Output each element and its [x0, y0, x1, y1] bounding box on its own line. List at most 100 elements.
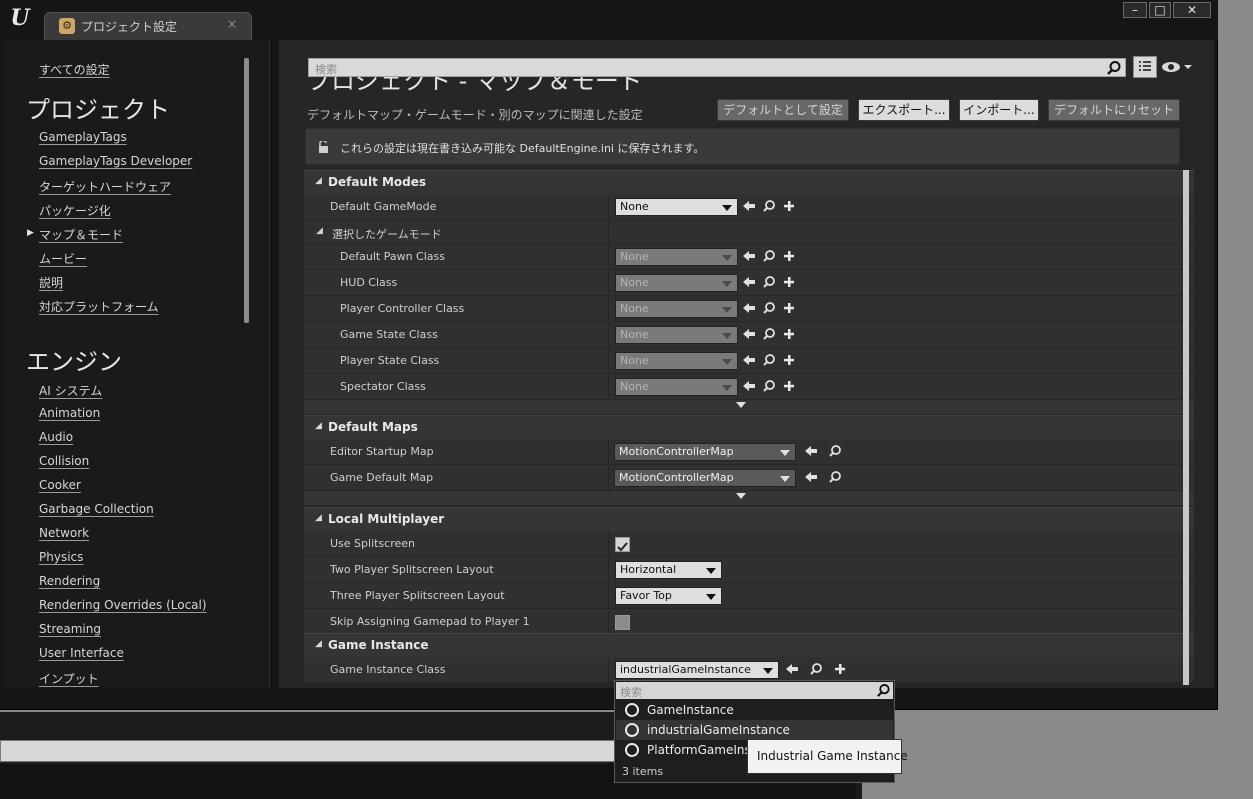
popup-search-input[interactable]: 検索: [616, 682, 893, 699]
use-selected-arrow-icon[interactable]: [804, 470, 818, 484]
close-window-button[interactable]: ✕: [1173, 2, 1211, 18]
add-icon[interactable]: [782, 379, 796, 393]
property-label: Three Player Splitscreen Layout: [330, 589, 505, 602]
maximize-button[interactable]: □: [1149, 2, 1171, 18]
export-button[interactable]: エクスポート...: [858, 99, 950, 121]
option-label: industrialGameInstance: [647, 723, 790, 737]
option-industrialgameinstance[interactable]: industrialGameInstance: [616, 720, 893, 740]
use-selected-arrow-icon[interactable]: [742, 249, 756, 263]
add-icon[interactable]: [782, 327, 796, 341]
sidebar-item-rendering-overrides[interactable]: Rendering Overrides (Local): [39, 598, 207, 612]
game-state-class-combo[interactable]: None: [615, 326, 738, 344]
add-icon[interactable]: [782, 199, 796, 213]
sidebar-item-supported-platforms[interactable]: 対応プラットフォーム: [39, 298, 159, 315]
player-state-class-combo[interactable]: None: [615, 352, 738, 370]
browse-search-icon[interactable]: [809, 662, 823, 676]
section-header-local-multiplayer[interactable]: ◢ Local Multiplayer: [304, 507, 1194, 531]
use-selected-arrow-icon[interactable]: [804, 444, 818, 458]
add-icon[interactable]: [833, 662, 847, 676]
sidebar-item-streaming[interactable]: Streaming: [39, 622, 101, 636]
browse-search-icon[interactable]: [762, 301, 776, 315]
sidebar-item-user-interface[interactable]: User Interface: [39, 646, 124, 660]
sidebar-item-animation[interactable]: Animation: [39, 406, 100, 420]
use-selected-arrow-icon[interactable]: [742, 327, 756, 341]
sidebar-item-gameplaytags-developer[interactable]: GameplayTags Developer: [39, 154, 192, 168]
game-instance-class-combo[interactable]: industrialGameInstance: [615, 661, 779, 679]
sidebar-all-settings[interactable]: すべての設定: [39, 61, 110, 78]
sidebar-item-ai-system[interactable]: AI システム: [39, 382, 102, 399]
sidebar-item-network[interactable]: Network: [39, 526, 89, 540]
main-scrollbar[interactable]: [1183, 170, 1189, 685]
default-gamemode-combo[interactable]: None: [615, 198, 738, 216]
browse-search-icon[interactable]: [762, 353, 776, 367]
combo-value: MotionControllerMap: [619, 471, 734, 484]
sidebar-scrollbar[interactable]: [244, 58, 249, 323]
import-button[interactable]: インポート...: [959, 99, 1039, 121]
use-selected-arrow-icon[interactable]: [785, 662, 799, 676]
sidebar-item-garbage-collection[interactable]: Garbage Collection: [39, 502, 154, 516]
add-icon[interactable]: [782, 249, 796, 263]
tab-close-icon[interactable]: ×: [227, 17, 237, 31]
combo-value: None: [620, 276, 649, 289]
tab-project-settings[interactable]: ⚙ プロジェクト設定 ×: [44, 12, 252, 40]
visibility-filter-button[interactable]: [1161, 59, 1193, 75]
browse-search-icon[interactable]: [828, 444, 842, 458]
search-icon[interactable]: [876, 683, 891, 698]
use-selected-arrow-icon[interactable]: [742, 301, 756, 315]
show-advanced-button[interactable]: [304, 400, 1194, 414]
browse-search-icon[interactable]: [828, 470, 842, 484]
sidebar-item-gameplaytags[interactable]: GameplayTags: [39, 130, 127, 144]
sidebar-item-description[interactable]: 説明: [39, 274, 63, 291]
editor-startup-map-combo[interactable]: MotionControllerMap: [614, 443, 796, 461]
sidebar-item-physics[interactable]: Physics: [39, 550, 83, 564]
browse-search-icon[interactable]: [762, 275, 776, 289]
add-icon[interactable]: [782, 275, 796, 289]
three-player-layout-combo[interactable]: Favor Top: [615, 587, 722, 605]
section-header-game-instance[interactable]: ◢ Game Instance: [304, 633, 1194, 657]
search-icon[interactable]: [1106, 60, 1122, 76]
skip-gamepad-checkbox[interactable]: [615, 615, 630, 630]
show-advanced-button[interactable]: [304, 491, 1194, 505]
add-icon[interactable]: [782, 353, 796, 367]
add-icon[interactable]: [782, 301, 796, 315]
sidebar-item-packaging[interactable]: パッケージ化: [39, 202, 111, 219]
view-options-button[interactable]: [1133, 56, 1157, 78]
search-input[interactable]: 検索: [308, 58, 1126, 77]
option-gameinstance[interactable]: GameInstance: [616, 700, 893, 720]
class-icon: [625, 723, 639, 737]
sidebar-item-target-hardware[interactable]: ターゲットハードウェア: [39, 178, 171, 195]
use-selected-arrow-icon[interactable]: [742, 199, 756, 213]
row-game-default-map: Game Default Map MotionControllerMap: [304, 465, 1194, 491]
sidebar-item-cooker[interactable]: Cooker: [39, 478, 81, 492]
row-two-player-layout: Two Player Splitscreen Layout Horizontal: [304, 557, 1194, 583]
browse-search-icon[interactable]: [762, 327, 776, 341]
chevron-down-icon: [780, 450, 790, 456]
use-selected-arrow-icon[interactable]: [742, 275, 756, 289]
section-header-default-modes[interactable]: ◢ Default Modes: [304, 170, 1194, 194]
list-icon: [1139, 61, 1151, 71]
sidebar-item-maps-modes[interactable]: マップ＆モード: [39, 226, 123, 243]
sidebar-heading-engine: エンジン: [26, 348, 122, 376]
browse-search-icon[interactable]: [762, 199, 776, 213]
use-selected-arrow-icon[interactable]: [742, 353, 756, 367]
player-controller-class-combo[interactable]: None: [615, 300, 738, 318]
use-selected-arrow-icon[interactable]: [742, 379, 756, 393]
sidebar-item-input[interactable]: インプット: [39, 670, 99, 687]
sidebar-item-movies[interactable]: ムービー: [39, 250, 87, 267]
two-player-layout-combo[interactable]: Horizontal: [615, 561, 722, 579]
section-header-default-maps[interactable]: ◢ Default Maps: [304, 415, 1194, 439]
set-as-default-button[interactable]: デフォルトとして設定: [717, 99, 849, 121]
browse-search-icon[interactable]: [762, 379, 776, 393]
use-splitscreen-checkbox[interactable]: [615, 537, 630, 552]
sidebar-item-collision[interactable]: Collision: [39, 454, 89, 468]
game-default-map-combo[interactable]: MotionControllerMap: [614, 469, 796, 487]
hud-class-combo[interactable]: None: [615, 274, 738, 292]
sidebar-item-audio[interactable]: Audio: [39, 430, 73, 444]
browse-search-icon[interactable]: [762, 249, 776, 263]
reset-to-default-button[interactable]: デフォルトにリセット: [1048, 99, 1180, 121]
default-pawn-class-combo[interactable]: None: [615, 248, 738, 266]
minimize-button[interactable]: –: [1123, 2, 1147, 18]
sidebar-item-rendering[interactable]: Rendering: [39, 574, 100, 588]
spectator-class-combo[interactable]: None: [615, 378, 738, 396]
row-selected-gamemode[interactable]: ◢ 選択したゲームモード: [304, 220, 1194, 246]
